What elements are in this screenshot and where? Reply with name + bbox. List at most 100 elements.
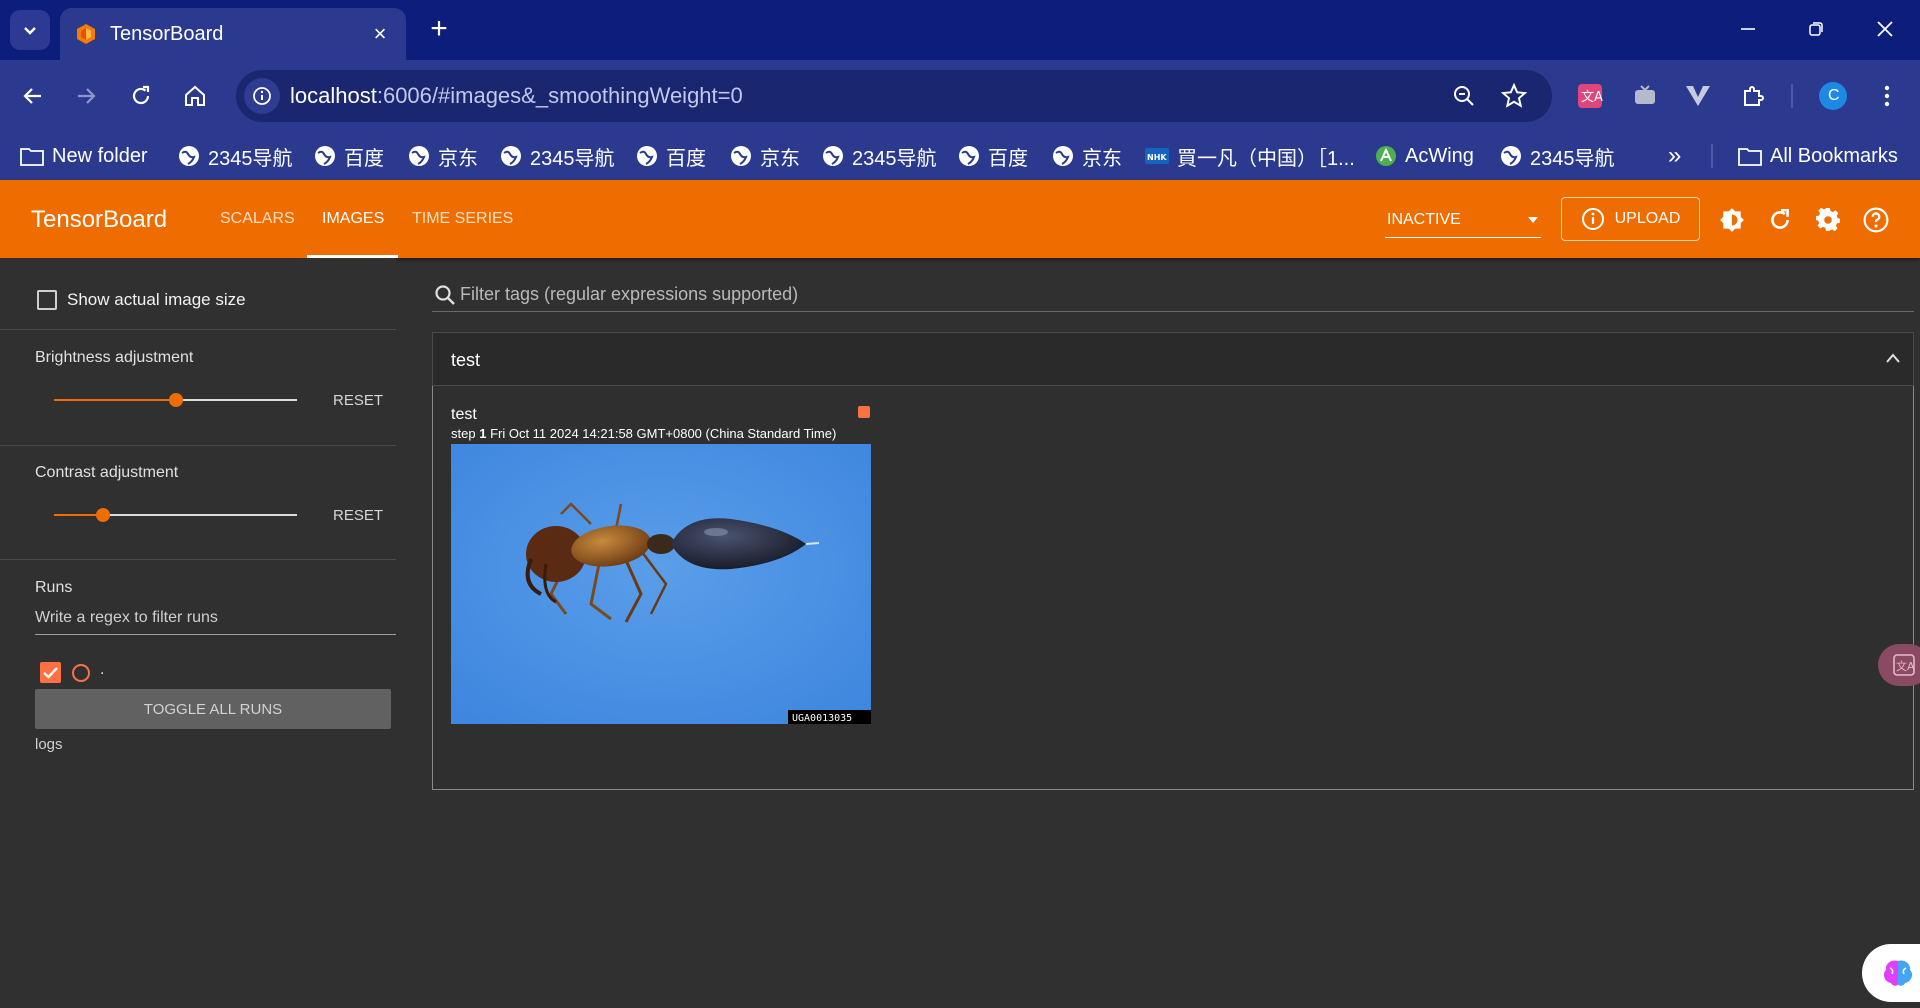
folder-icon [1738, 148, 1762, 166]
bookmark-item[interactable]: 百度 [958, 140, 1028, 172]
tab-time-series[interactable]: TIME SERIES [412, 180, 513, 258]
tag-filter[interactable]: Filter tags (regular expressions support… [432, 278, 1914, 312]
back-button[interactable] [13, 76, 53, 116]
help-icon[interactable] [1863, 207, 1889, 233]
run-color-circle-icon[interactable] [72, 664, 90, 682]
brightness-slider-thumb[interactable] [168, 393, 183, 407]
toggle-all-runs-button[interactable]: TOGGLE ALL RUNS [35, 689, 391, 729]
url-path: :6006/#images&_smoothingWeight=0 [376, 83, 743, 108]
brightness-reset-button[interactable]: RESET [333, 392, 383, 409]
bookmark-folder-new-folder[interactable]: New folder [20, 140, 148, 172]
bookmarks-divider [1711, 144, 1713, 168]
divider [0, 445, 396, 446]
bookmark-item[interactable]: 百度 [314, 140, 384, 172]
extensions-puzzle-icon[interactable] [1733, 76, 1773, 116]
forward-button[interactable] [66, 76, 106, 116]
tensorboard-header: TensorBoard SCALARS IMAGES TIME SERIES I… [0, 180, 1920, 258]
translate-extension-icon[interactable]: 文A [1570, 76, 1610, 116]
settings-gear-icon[interactable] [1815, 207, 1841, 233]
tab-title: TensorBoard [110, 22, 224, 45]
translate-icon: 文A [1893, 654, 1915, 676]
info-outline-icon [1581, 208, 1604, 230]
ai-assistant-button[interactable] [1862, 944, 1920, 1002]
globe-icon [637, 146, 657, 166]
chevron-down-icon [24, 27, 36, 35]
image-card-step-info: step 1 Fri Oct 11 2024 14:21:58 GMT+0800… [451, 426, 836, 441]
bookmark-label: 百度 [988, 147, 1028, 170]
reload-button[interactable] [121, 76, 161, 116]
minimize-icon [1741, 28, 1755, 30]
url-text[interactable]: localhost:6006/#images&_smoothingWeight=… [290, 83, 743, 109]
chevron-up-icon[interactable] [1885, 352, 1901, 364]
minimize-button[interactable] [1718, 8, 1778, 50]
globe-icon [179, 146, 199, 166]
tab-scalars[interactable]: SCALARS [220, 180, 295, 258]
translate-floating-button[interactable]: 文A [1878, 644, 1920, 686]
svg-text:文A: 文A [1896, 659, 1915, 673]
tag-group-header[interactable]: test [432, 332, 1914, 386]
bookmark-item[interactable]: AcWing [1375, 140, 1474, 172]
bookmark-item[interactable]: 京东 [408, 140, 478, 172]
contrast-reset-button[interactable]: RESET [333, 507, 383, 524]
close-window-button[interactable] [1855, 8, 1915, 50]
new-tab-button[interactable]: + [422, 12, 456, 46]
svg-text:文A: 文A [1581, 90, 1603, 105]
info-icon [253, 87, 271, 105]
run-filter-input[interactable]: Write a regex to filter runs [35, 605, 396, 635]
browser-tab-strip: TensorBoard × + [0, 0, 1920, 60]
v-extension-icon[interactable] [1678, 76, 1718, 116]
run-name: . [100, 661, 105, 678]
close-icon [1877, 21, 1893, 37]
tab-search-button[interactable] [10, 10, 50, 50]
bookmark-item[interactable]: 2345导航 [1500, 140, 1615, 172]
bookmark-item[interactable]: 百度 [636, 140, 706, 172]
bookmark-star-icon[interactable] [1501, 83, 1527, 109]
image-card-title: test [451, 406, 477, 423]
inactive-plugins-select[interactable]: INACTIVE [1385, 202, 1541, 238]
bookmark-item[interactable]: 京东 [1052, 140, 1122, 172]
browser-menu-button[interactable] [1867, 76, 1907, 116]
bookmark-label: 京东 [760, 147, 800, 170]
refresh-icon[interactable] [1767, 207, 1793, 233]
bookmark-item[interactable]: NHK 買一凡（中国）［1... [1145, 140, 1355, 172]
tv-extension-icon[interactable] [1625, 76, 1665, 116]
address-bar[interactable]: localhost:6006/#images&_smoothingWeight=… [236, 70, 1552, 122]
contrast-slider-thumb[interactable] [95, 508, 110, 522]
browser-toolbar: localhost:6006/#images&_smoothingWeight=… [0, 60, 1920, 132]
folder-icon [20, 148, 44, 166]
logdir-label: logs [35, 736, 63, 753]
tensorboard-logo[interactable]: TensorBoard [31, 206, 167, 234]
ant-image[interactable]: UGA0013035 [451, 444, 871, 724]
toolbar-divider [1791, 84, 1793, 108]
bookmark-item[interactable]: 京东 [730, 140, 800, 172]
tensorboard-logo-icon [77, 24, 95, 44]
browser-tab-tensorboard[interactable]: TensorBoard × [60, 8, 406, 60]
show-actual-size-checkbox[interactable] [37, 290, 57, 310]
theme-toggle-icon[interactable] [1719, 207, 1745, 233]
restore-button[interactable] [1786, 8, 1846, 50]
globe-icon [823, 146, 843, 166]
show-actual-size-label: Show actual image size [67, 290, 246, 309]
bookmark-item[interactable]: 2345导航 [822, 140, 937, 172]
close-tab-icon[interactable]: × [368, 21, 392, 46]
divider [0, 329, 396, 330]
upload-button[interactable]: UPLOAD [1561, 197, 1700, 241]
bookmark-item[interactable]: 2345导航 [178, 140, 293, 172]
bookmark-label: 京东 [1082, 147, 1122, 170]
globe-icon [959, 146, 979, 166]
bookmark-label: 2345导航 [852, 147, 937, 170]
bookmark-label: 2345导航 [530, 147, 615, 170]
profile-avatar[interactable]: C [1813, 76, 1853, 116]
run-checkbox[interactable] [40, 662, 61, 683]
bookmarks-overflow-button[interactable]: » [1668, 140, 1681, 172]
all-bookmarks-button[interactable]: All Bookmarks [1738, 140, 1898, 172]
home-button[interactable] [175, 76, 215, 116]
tab-images[interactable]: IMAGES [322, 180, 384, 258]
search-icon [435, 285, 455, 305]
sidebar: Show actual image size Brightness adjust… [0, 258, 396, 1008]
bookmark-item[interactable]: 2345导航 [500, 140, 615, 172]
site-info-button[interactable] [244, 78, 280, 114]
zoom-icon[interactable] [1452, 84, 1476, 108]
bookmark-label: 2345导航 [1530, 147, 1615, 170]
tag-filter-input[interactable]: Filter tags (regular expressions support… [460, 284, 798, 305]
